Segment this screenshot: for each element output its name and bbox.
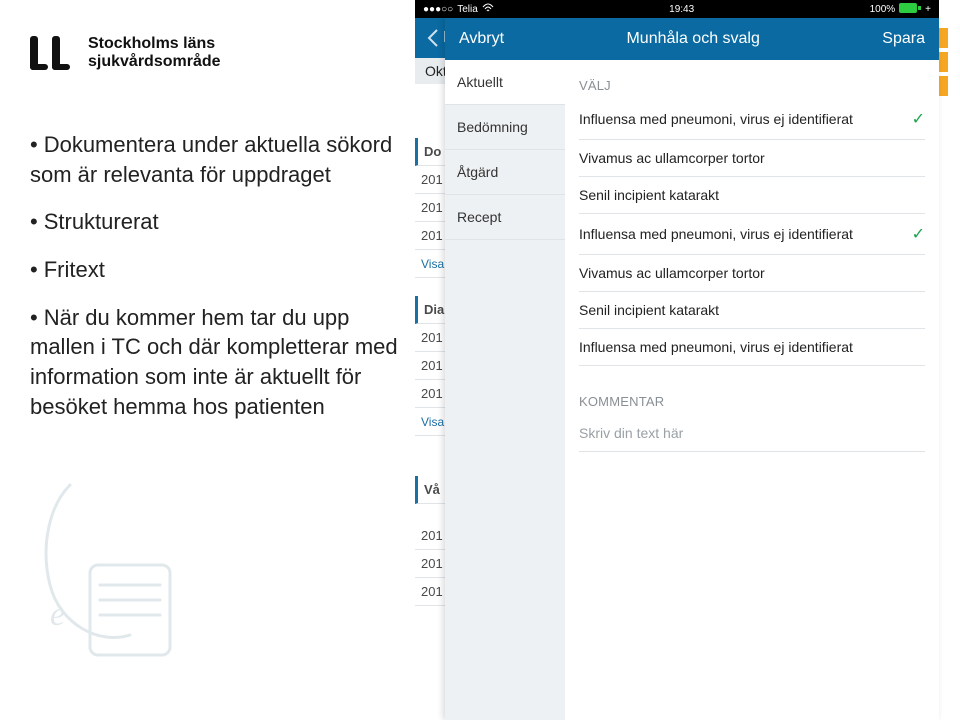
sheet-title: Munhåla och svalg <box>626 30 759 48</box>
choice-row[interactable]: Influensa med pneumoni, virus ej identif… <box>579 329 925 366</box>
bullet-item: Strukturerat <box>30 207 410 237</box>
under-row: 201 <box>415 578 445 606</box>
svg-text:e: e <box>50 596 65 633</box>
sheet-tab-list: Aktuellt Bedömning Åtgärd Recept <box>445 60 565 720</box>
choice-text: Vivamus ac ullamcorper tortor <box>579 265 765 281</box>
signal-dots-icon: ●●●○○ <box>423 4 453 15</box>
check-icon: ✓ <box>912 109 925 129</box>
under-row: 201 <box>415 522 445 550</box>
watermark: e <box>10 445 210 680</box>
choice-text: Vivamus ac ullamcorper tortor <box>579 150 765 166</box>
logo-icon <box>30 30 76 76</box>
okt-label: Okt <box>425 63 447 79</box>
status-bar: ●●●○○ Telia 19:43 100% + <box>415 0 939 18</box>
sheet-header: Avbryt Munhåla och svalg Spara <box>445 18 939 60</box>
save-button[interactable]: Spara <box>882 30 925 48</box>
logo-block: Stockholms läns sjukvårdsområde <box>30 30 221 76</box>
slide: 18 Stockholms läns sjukvårdsområde Dokum… <box>0 0 960 720</box>
cancel-button[interactable]: Avbryt <box>459 30 504 48</box>
under-row: 201 <box>415 550 445 578</box>
sheet-main: VÄLJ Influensa med pneumoni, virus ej id… <box>565 60 939 720</box>
chevron-left-icon <box>425 28 439 48</box>
choice-text: Influensa med pneumoni, virus ej identif… <box>579 339 853 355</box>
choice-row[interactable]: Senil incipient katarakt <box>579 177 925 214</box>
under-row: Dia <box>415 296 445 324</box>
tab-aktuellt[interactable]: Aktuellt <box>445 60 565 105</box>
logo-line1: Stockholms läns <box>88 35 221 53</box>
choice-row[interactable]: Senil incipient katarakt <box>579 292 925 329</box>
under-row: Visa <box>415 250 445 278</box>
comment-input[interactable]: Skriv din text här <box>579 415 925 452</box>
under-row: 201 <box>415 166 445 194</box>
under-row: Visa <box>415 408 445 436</box>
carrier-label: Telia <box>457 4 478 15</box>
under-row: 201 <box>415 352 445 380</box>
choice-text: Senil incipient katarakt <box>579 302 719 318</box>
tab-recept[interactable]: Recept <box>445 195 565 240</box>
check-icon: ✓ <box>912 224 925 244</box>
plus-icon: + <box>925 4 931 15</box>
tab-atgard[interactable]: Åtgärd <box>445 150 565 195</box>
choice-row[interactable]: Influensa med pneumoni, virus ej identif… <box>579 214 925 255</box>
choice-text: Influensa med pneumoni, virus ej identif… <box>579 226 853 242</box>
bullet-item: Fritext <box>30 255 410 285</box>
bullet-item: När du kommer hem tar du upp mallen i TC… <box>30 303 410 422</box>
tablet-mock: ●●●○○ Telia 19:43 100% + P Okt <box>415 0 939 720</box>
battery-icon <box>899 3 921 16</box>
bullet-list: Dokumentera under aktuella sökord som är… <box>30 130 410 440</box>
clock-label: 19:43 <box>494 4 870 15</box>
under-row: Do <box>415 138 445 166</box>
tab-bedomning[interactable]: Bedömning <box>445 105 565 150</box>
under-row: Vå <box>415 476 445 504</box>
bullet-item: Dokumentera under aktuella sökord som är… <box>30 130 410 189</box>
choice-text: Senil incipient katarakt <box>579 187 719 203</box>
battery-label: 100% <box>870 4 896 15</box>
choice-text: Influensa med pneumoni, virus ej identif… <box>579 111 853 127</box>
wifi-icon <box>482 3 494 16</box>
group-label-kommentar: KOMMENTAR <box>579 394 925 409</box>
logo-line2: sjukvårdsområde <box>88 53 221 71</box>
under-row: 201 <box>415 324 445 352</box>
modal-sheet: Avbryt Munhåla och svalg Spara Aktuellt … <box>445 18 939 720</box>
under-row: 201 <box>415 222 445 250</box>
choice-row[interactable]: Vivamus ac ullamcorper tortor <box>579 140 925 177</box>
under-list-sliver: Do 201 201 201 Visa Dia 201 201 201 Visa… <box>415 84 445 720</box>
under-row: 201 <box>415 194 445 222</box>
group-label-valj: VÄLJ <box>579 78 925 93</box>
choice-row[interactable]: Influensa med pneumoni, virus ej identif… <box>579 99 925 140</box>
choice-row[interactable]: Vivamus ac ullamcorper tortor <box>579 255 925 292</box>
under-row: 201 <box>415 380 445 408</box>
